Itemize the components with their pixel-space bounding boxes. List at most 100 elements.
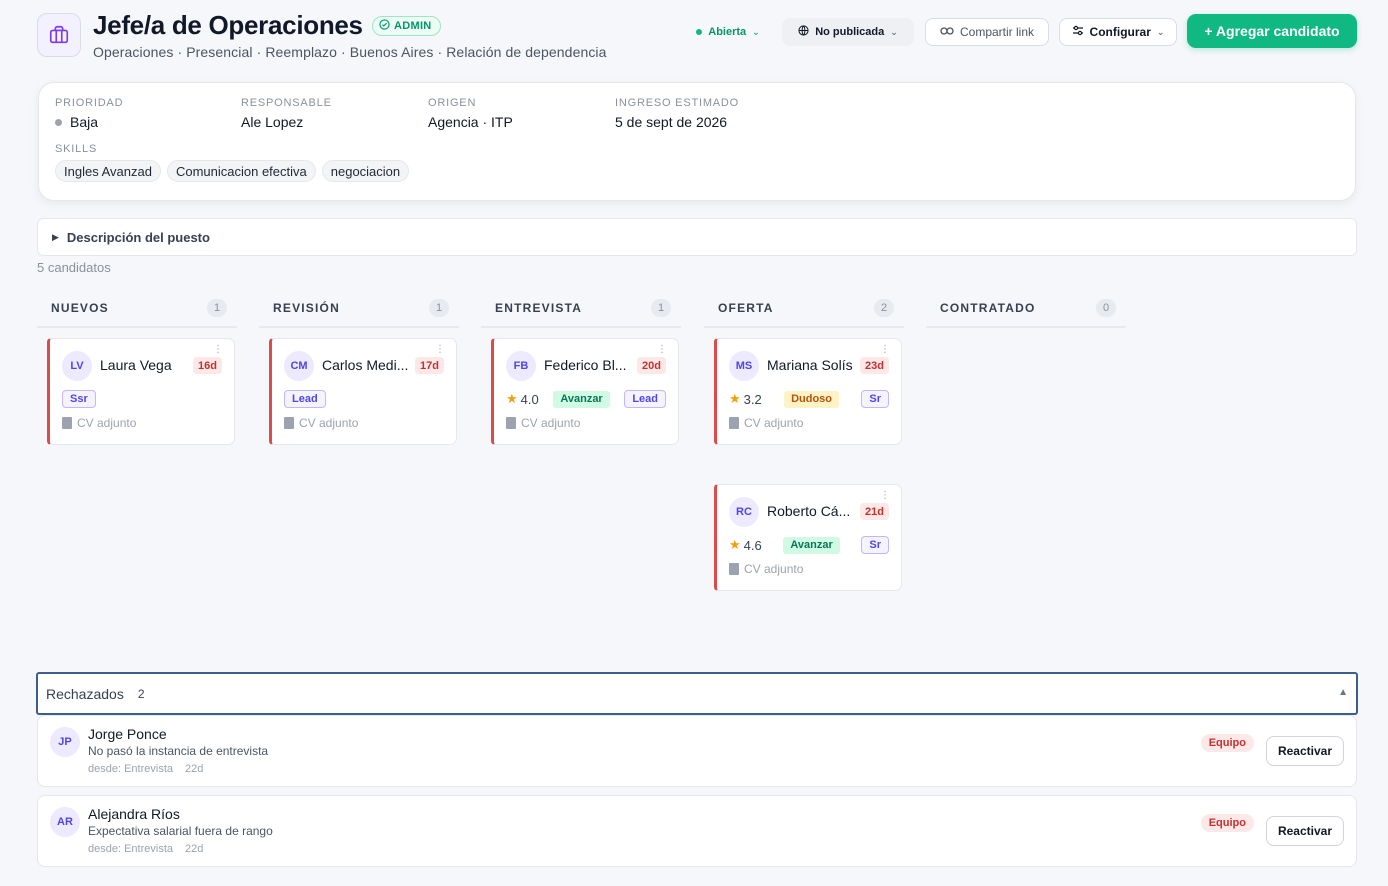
publish-dropdown[interactable]: No publicada ⌄ xyxy=(782,18,914,46)
star-icon: ★ xyxy=(729,391,741,406)
priority-field: PRIORIDAD Baja xyxy=(55,97,123,130)
cv-attachment[interactable]: CV adjunto xyxy=(284,416,358,430)
globe-icon xyxy=(798,25,809,39)
rejected-name: Alejandra Ríos xyxy=(88,806,180,822)
job-description-toggle[interactable]: ▶ Descripción del puesto xyxy=(37,218,1357,256)
configure-dropdown[interactable]: Configurar ⌄ xyxy=(1059,18,1177,46)
column-body: FB Federico Bl... ⋮ 20d ★ 4.0 Avanzar Le… xyxy=(481,328,681,445)
candidate-card[interactable]: LV Laura Vega ⋮ 16d Ssr CV adjunto xyxy=(47,338,235,445)
column-title: OFERTA xyxy=(718,301,774,315)
cv-attachment[interactable]: CV adjunto xyxy=(62,416,136,430)
rejected-days: 22d xyxy=(185,763,204,775)
candidate-name: Laura Vega xyxy=(100,357,172,373)
more-options-icon[interactable]: ⋮ xyxy=(880,345,890,355)
level-badge: Sr xyxy=(861,536,889,554)
candidate-card[interactable]: CM Carlos Medi... ⋮ 17d Lead CV adjunto xyxy=(269,338,457,445)
column-entrevista: ENTREVISTA 1 FB Federico Bl... ⋮ 20d ★ 4… xyxy=(481,290,681,484)
skill-chip: Comunicacion efectiva xyxy=(166,160,316,182)
page-title: Jefe/a de Operaciones xyxy=(93,10,363,40)
rejected-since: desde: Entrevista xyxy=(88,843,173,855)
rejected-meta: desde: Entrevista 22d xyxy=(88,843,203,855)
status-label: Abierta xyxy=(708,26,747,38)
column-title: REVISIÓN xyxy=(273,301,340,315)
cv-label: CV adjunto xyxy=(77,416,137,430)
share-link-button[interactable]: Compartir link xyxy=(925,18,1049,46)
status-dropdown[interactable]: Abierta ⌄ xyxy=(687,18,769,46)
column-count: 2 xyxy=(874,299,894,317)
cv-label: CV adjunto xyxy=(744,416,804,430)
rating-value: 4.6 xyxy=(743,537,762,553)
column-count: 1 xyxy=(207,299,227,317)
column-count: 1 xyxy=(429,299,449,317)
star-icon: ★ xyxy=(729,537,741,552)
candidate-card[interactable]: FB Federico Bl... ⋮ 20d ★ 4.0 Avanzar Le… xyxy=(491,338,679,445)
days-badge: 21d xyxy=(860,503,889,520)
priority-value-row: Baja xyxy=(55,114,123,130)
start-date-field: INGRESO ESTIMADO 5 de sept de 2026 xyxy=(615,97,739,130)
candidate-count: 5 candidatos xyxy=(37,260,111,275)
column-title: NUEVOS xyxy=(51,301,109,315)
link-icon xyxy=(940,25,954,39)
rejected-row: JP Jorge Ponce No pasó la instancia de e… xyxy=(37,715,1357,787)
share-label: Compartir link xyxy=(959,25,1034,39)
column-header: NUEVOS 1 xyxy=(37,290,237,328)
add-candidate-button[interactable]: + Agregar candidato xyxy=(1187,14,1357,48)
document-icon xyxy=(284,417,294,429)
level-badge: Sr xyxy=(861,390,889,408)
column-count: 0 xyxy=(1096,299,1116,317)
shield-icon xyxy=(379,19,390,33)
candidate-card[interactable]: MS Mariana Solís ⋮ 23d ★ 3.2 Dudoso Sr C… xyxy=(714,338,902,445)
cv-attachment[interactable]: CV adjunto xyxy=(506,416,580,430)
card-meta-row: ★ 4.0 Avanzar Lead xyxy=(506,390,666,408)
more-options-icon[interactable]: ⋮ xyxy=(657,345,667,355)
avatar: MS xyxy=(729,351,759,381)
rejected-section-toggle[interactable]: Rechazados 2 ▲ xyxy=(36,672,1358,715)
cv-attachment[interactable]: CV adjunto xyxy=(729,562,803,576)
reactivate-button[interactable]: Reactivar xyxy=(1266,736,1344,766)
owner-label: RESPONSABLE xyxy=(241,97,332,109)
priority-dot-icon xyxy=(55,118,62,126)
start-date-value: 5 de sept de 2026 xyxy=(615,114,728,130)
page-header: Jefe/a de Operaciones ADMIN Operaciones … xyxy=(37,10,1357,65)
candidate-card[interactable]: RC Roberto Cá... ⋮ 21d ★ 4.6 Avanzar Sr … xyxy=(714,484,902,591)
skill-chip: Ingles Avanzad xyxy=(55,160,161,182)
document-icon xyxy=(729,563,739,575)
candidate-name: Carlos Medi... xyxy=(322,357,409,373)
cv-label: CV adjunto xyxy=(299,416,359,430)
avatar: RC xyxy=(729,497,759,527)
admin-badge: ADMIN xyxy=(372,16,441,36)
card-meta-row: Lead xyxy=(284,390,444,408)
column-body: LV Laura Vega ⋮ 16d Ssr CV adjunto xyxy=(37,328,237,445)
page-subtitle: Operaciones · Presencial · Reemplazo · B… xyxy=(93,44,607,60)
cv-attachment[interactable]: CV adjunto xyxy=(729,416,803,430)
level-badge: Ssr xyxy=(62,390,96,408)
job-description-label: Descripción del puesto xyxy=(66,229,210,245)
configure-label: Configurar xyxy=(1089,25,1151,39)
more-options-icon[interactable]: ⋮ xyxy=(880,491,890,501)
candidate-name: Federico Bl... xyxy=(544,357,627,373)
candidate-name: Mariana Solís xyxy=(767,357,853,373)
column-title: CONTRATADO xyxy=(940,301,1036,315)
rating: ★ 4.0 xyxy=(506,391,539,407)
card-meta-row: ★ 4.6 Avanzar Sr xyxy=(729,536,889,554)
column-revision: REVISIÓN 1 CM Carlos Medi... ⋮ 17d Lead … xyxy=(259,290,459,484)
publish-label: No publicada xyxy=(815,26,885,38)
more-options-icon[interactable]: ⋮ xyxy=(213,345,223,355)
owner-value: Ale Lopez xyxy=(241,114,304,130)
rejection-reason: Expectativa salarial fuera de rango xyxy=(88,824,273,838)
admin-badge-label: ADMIN xyxy=(394,20,432,32)
column-header: OFERTA 2 xyxy=(704,290,904,328)
reactivate-button[interactable]: Reactivar xyxy=(1266,816,1344,846)
recommendation-badge: Avanzar xyxy=(553,390,610,408)
column-title: ENTREVISTA xyxy=(495,301,583,315)
document-icon xyxy=(62,417,72,429)
rejected-row: AR Alejandra Ríos Expectativa salarial f… xyxy=(37,795,1357,867)
more-options-icon[interactable]: ⋮ xyxy=(435,345,445,355)
column-count: 1 xyxy=(651,299,671,317)
rejected-since: desde: Entrevista xyxy=(88,763,173,775)
avatar: JP xyxy=(50,727,80,757)
skills-label: SKILLS xyxy=(55,143,98,155)
column-header: ENTREVISTA 1 xyxy=(481,290,681,328)
column-body xyxy=(926,328,1126,338)
days-badge: 16d xyxy=(193,357,222,374)
